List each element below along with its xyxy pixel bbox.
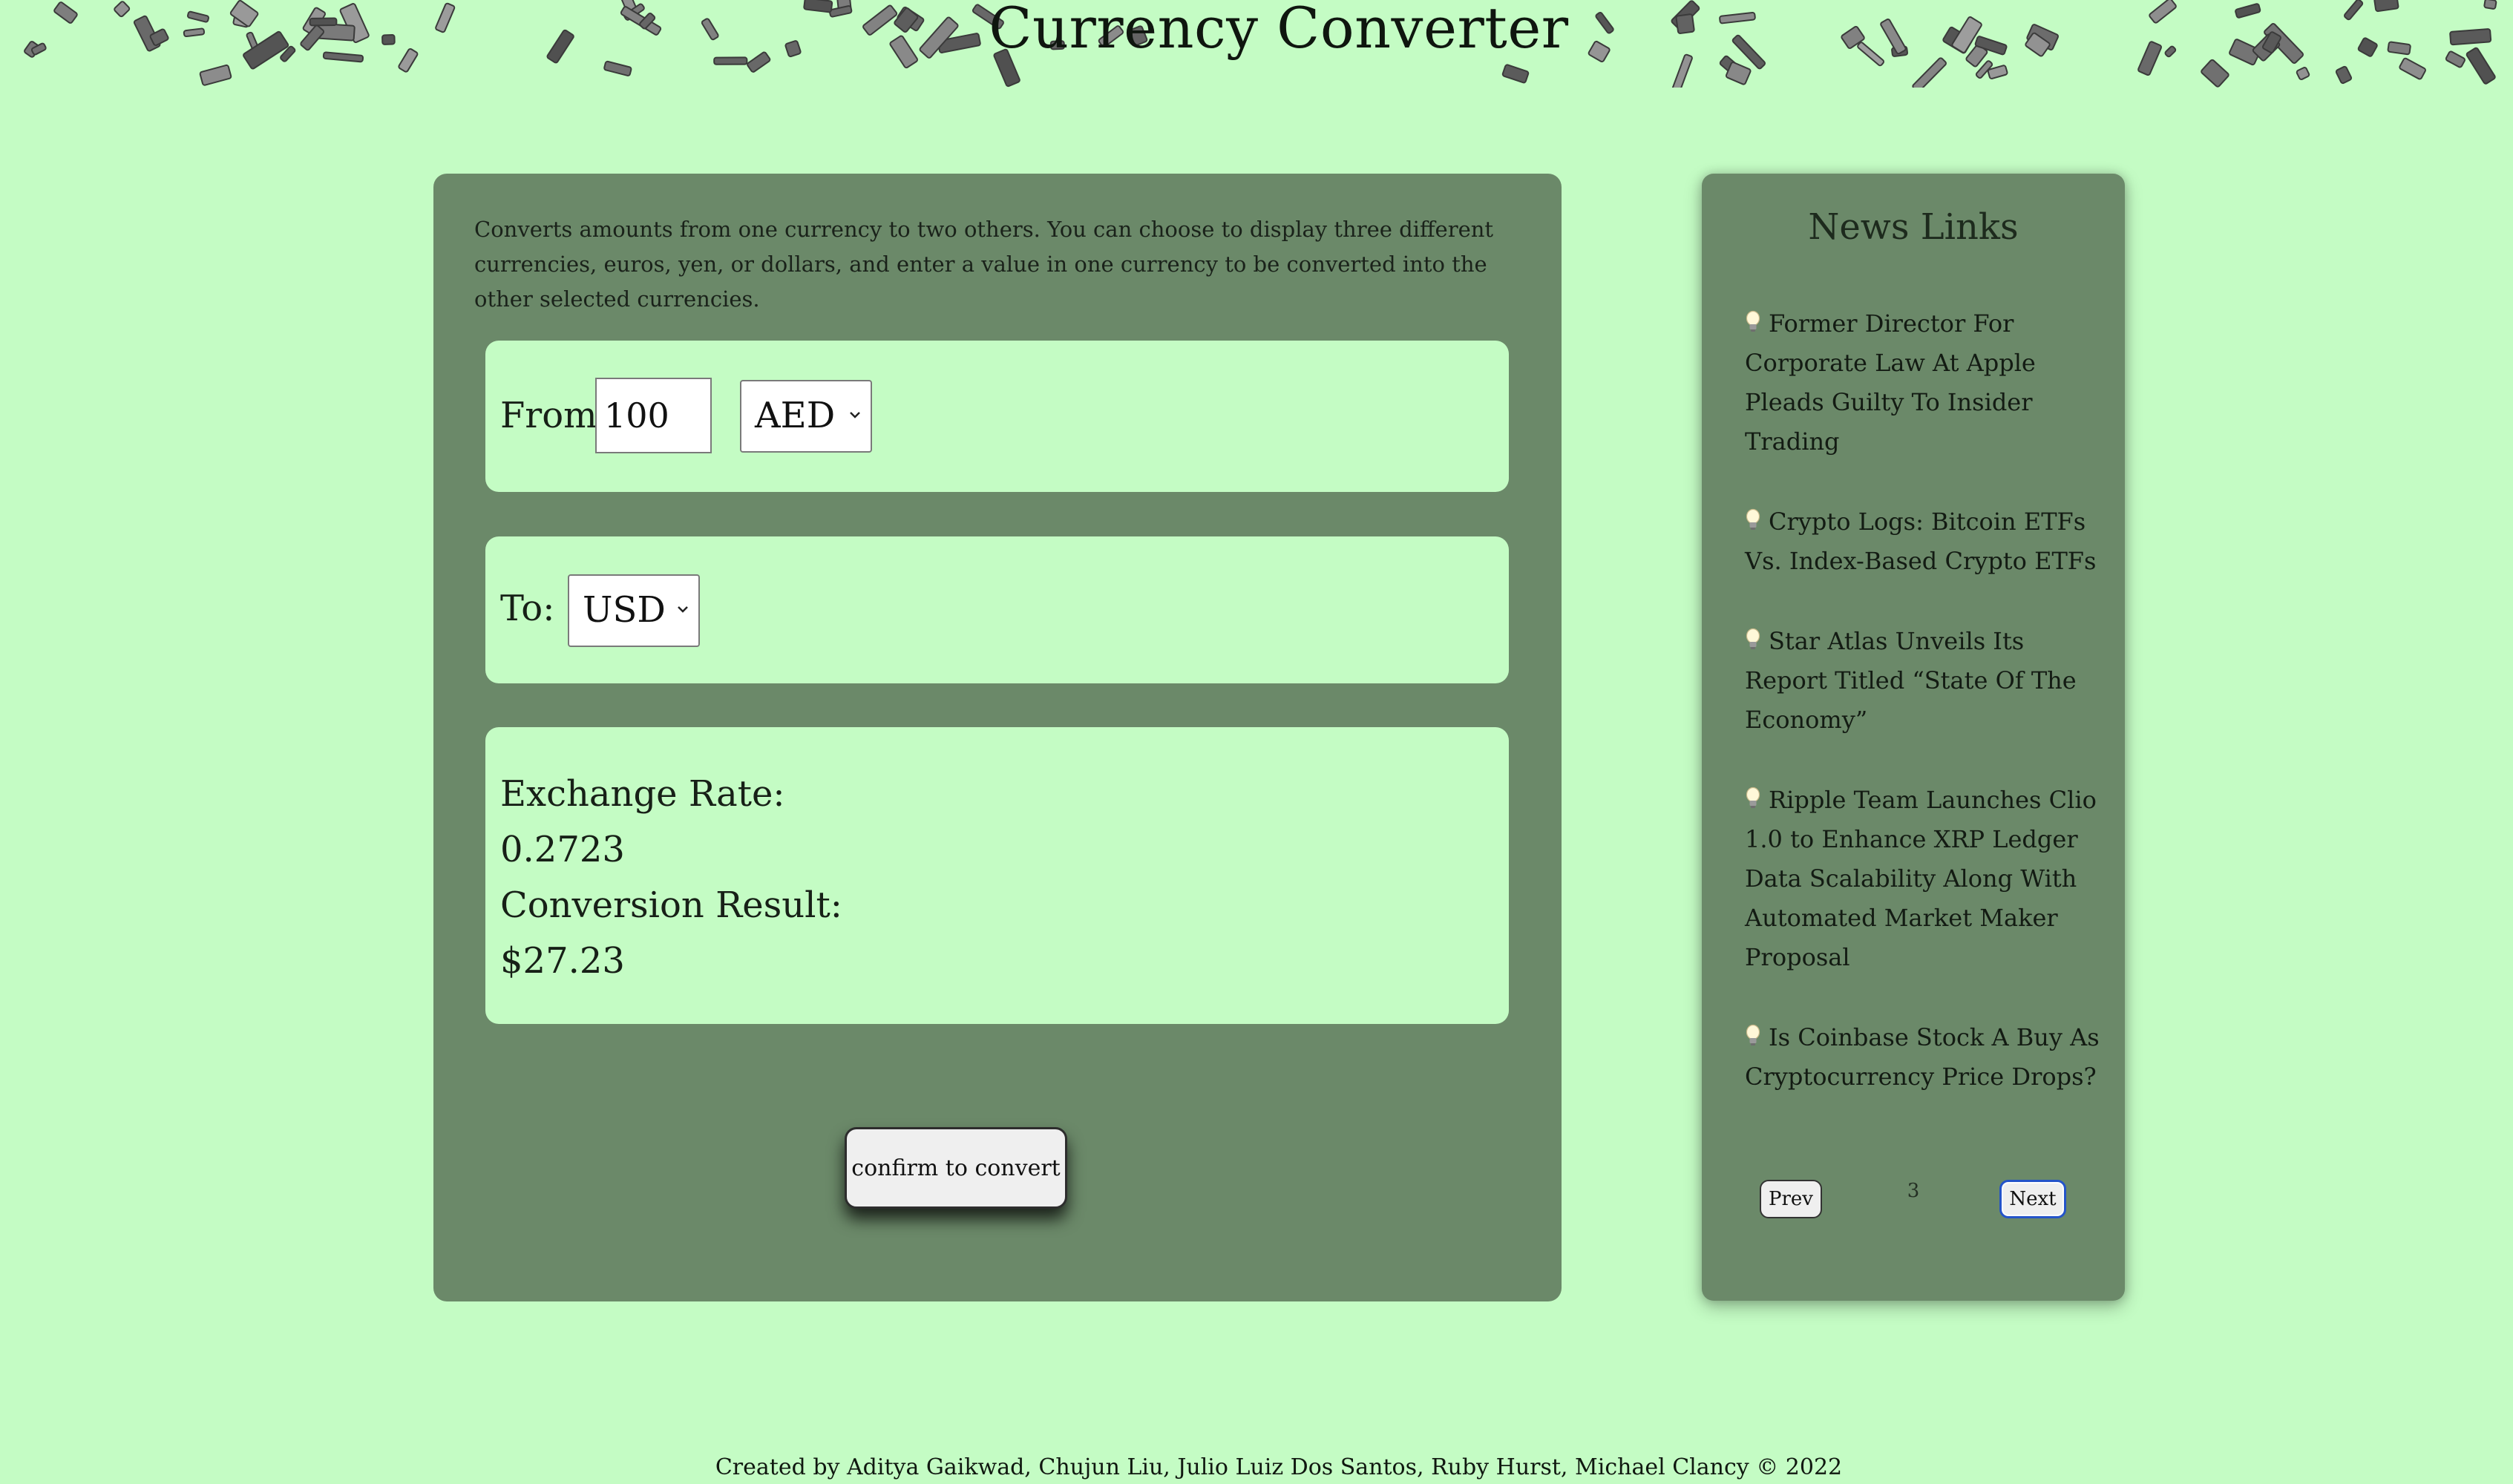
banknote-decoration — [1912, 57, 1947, 88]
page-number: 3 — [1907, 1180, 1920, 1202]
news-item[interactable]: Is Coinbase Stock A Buy As Cryptocurrenc… — [1745, 1018, 2101, 1097]
exchange-rate-value: 0.2723 — [500, 829, 625, 870]
to-currency-value: USD — [583, 589, 666, 631]
banknote-decoration — [603, 60, 632, 76]
news-item-text: Star Atlas Unveils Its Report Titled “St… — [1745, 627, 2077, 734]
news-item-text: Former Director For Corporate Law At App… — [1745, 309, 2036, 456]
footer-credit: Created by Aditya Gaikwad, Chujun Liu, J… — [715, 1454, 1843, 1480]
banknote-decoration — [199, 64, 232, 86]
lightbulb-icon — [1746, 787, 1760, 808]
to-card: To: USD — [485, 536, 1509, 683]
from-card: From: AED — [485, 341, 1509, 492]
banknote-decoration — [2335, 65, 2353, 85]
lightbulb-icon — [1746, 628, 1760, 649]
converter-description: Converts amounts from one currency to tw… — [474, 217, 1494, 312]
news-item[interactable]: Star Atlas Unveils Its Report Titled “St… — [1745, 622, 2101, 740]
banknote-decoration — [1671, 53, 1693, 88]
chevron-down-icon — [678, 606, 688, 613]
news-title: News Links — [1808, 206, 2019, 248]
banknote-decoration — [713, 56, 748, 65]
from-currency-select[interactable]: AED — [740, 380, 872, 453]
chevron-down-icon — [850, 412, 860, 418]
conversion-result-value: $27.23 — [500, 940, 625, 982]
from-currency-value: AED — [755, 395, 836, 436]
to-label: To: — [500, 588, 555, 629]
from-label: From: — [500, 395, 609, 436]
lightbulb-icon — [1746, 1024, 1760, 1045]
news-item[interactable]: Crypto Logs: Bitcoin ETFs Vs. Index-Base… — [1745, 502, 2101, 581]
confirm-convert-button[interactable]: confirm to convert — [845, 1127, 1067, 1209]
banknote-decoration — [1501, 64, 1530, 84]
lightbulb-icon — [1746, 508, 1760, 530]
banknote-decoration — [2296, 67, 2310, 80]
news-item-text: Crypto Logs: Bitcoin ETFs Vs. Index-Base… — [1745, 508, 2097, 575]
converter-panel: Converts amounts from one currency to tw… — [433, 174, 1562, 1301]
banknote-decoration — [2399, 57, 2426, 80]
conversion-result-label: Conversion Result: — [500, 884, 842, 926]
prev-page-button[interactable]: Prev — [1760, 1180, 1822, 1218]
news-list: Former Director For Corporate Law At App… — [1745, 304, 2101, 1137]
result-card: Exchange Rate: 0.2723 Conversion Result:… — [485, 727, 1509, 1024]
exchange-rate-label: Exchange Rate: — [500, 773, 785, 815]
lightbulb-icon — [1746, 310, 1760, 332]
news-item-text: Is Coinbase Stock A Buy As Cryptocurrenc… — [1745, 1023, 2100, 1091]
page-title: Currency Converter — [989, 0, 1569, 61]
news-item[interactable]: Former Director For Corporate Law At App… — [1745, 304, 2101, 462]
next-page-button[interactable]: Next — [1999, 1180, 2066, 1218]
news-panel: News Links Former Director For Corporate… — [1702, 174, 2125, 1301]
to-currency-select[interactable]: USD — [568, 574, 700, 647]
banknote-decoration — [2201, 59, 2229, 88]
news-item-text: Ripple Team Launches Clio 1.0 to Enhance… — [1745, 786, 2097, 971]
header-banner: Currency Converter — [0, 0, 2513, 88]
news-item[interactable]: Ripple Team Launches Clio 1.0 to Enhance… — [1745, 781, 2101, 977]
amount-input[interactable] — [595, 378, 712, 453]
